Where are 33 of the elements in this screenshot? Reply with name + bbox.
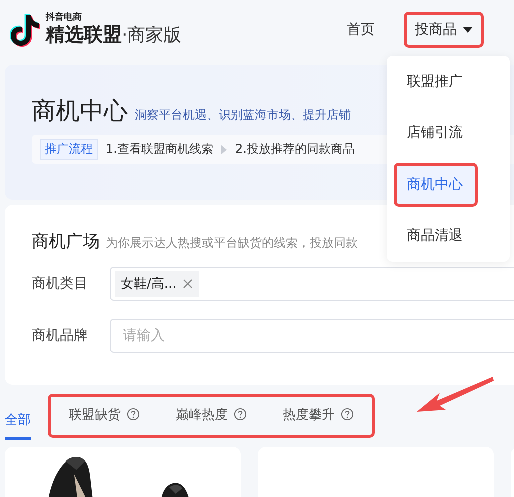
filter-tab[interactable]: 热度攀升 — [283, 402, 354, 430]
brand-name: 精选联盟 — [46, 24, 122, 46]
menu-item[interactable]: 联盟推广 — [394, 60, 478, 104]
nav-link[interactable]: 投商品 — [404, 12, 484, 48]
help-icon — [234, 408, 247, 421]
section-description: 为你展示达人热搜或平台缺货的线索，投放同款 — [106, 235, 358, 252]
logo-icon — [10, 13, 40, 47]
nav-link[interactable]: 首页 — [336, 12, 386, 48]
menu-item[interactable]: 店铺引流 — [394, 111, 478, 156]
close-icon[interactable] — [182, 279, 193, 289]
brand-edition: ·商家版 — [122, 25, 182, 47]
flow-tag: 推广流程 — [40, 139, 98, 160]
filter-tab[interactable]: 巅峰热度 — [176, 402, 247, 430]
help-icon — [127, 408, 140, 421]
caret-icon — [463, 27, 473, 33]
page-subtitle: 洞察平台机遇、识别蓝海市场、提升店铺 — [135, 107, 351, 124]
section-title: 商机广场 — [32, 231, 100, 253]
tag-label: 女鞋/高... — [121, 276, 177, 293]
menu-item[interactable]: 商机中心 — [394, 162, 478, 207]
filter-label: 商机类目 — [32, 275, 89, 293]
brand-input-field[interactable]: 请输入 — [110, 319, 514, 353]
filter-tab[interactable]: 联盟缺货 — [69, 402, 140, 430]
page-title: 商机中心 — [32, 96, 128, 127]
category-select[interactable]: 女鞋/高... — [110, 267, 514, 301]
filter-tab[interactable]: 全部 — [5, 398, 31, 440]
product-card[interactable] — [5, 447, 241, 497]
filter-label: 商机品牌 — [32, 327, 89, 345]
flow-step: 2.投放推荐的同款商品 — [235, 141, 355, 158]
help-icon — [341, 408, 354, 421]
chevron-icon — [221, 144, 228, 154]
menu-item[interactable]: 商品清退 — [394, 214, 478, 258]
flow-step: 1.查看联盟商机线索 — [106, 141, 214, 158]
brand-caption: 抖音电商 — [46, 13, 83, 24]
